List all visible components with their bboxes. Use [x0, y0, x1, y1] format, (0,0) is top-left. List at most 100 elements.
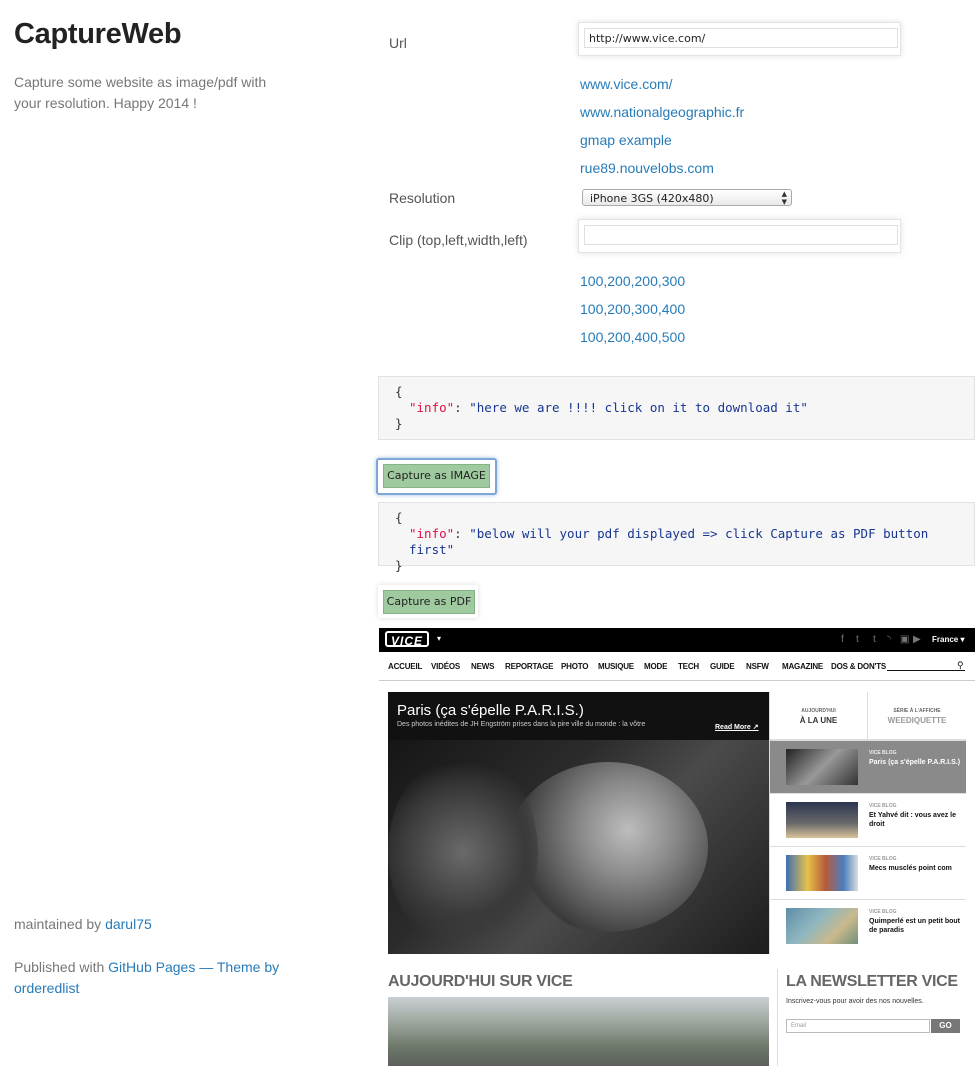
url-example-vice[interactable]: www.vice.com/	[580, 76, 673, 92]
url-example-natgeo[interactable]: www.nationalgeographic.fr	[580, 104, 744, 120]
capture-image-button[interactable]: Capture as IMAGE	[383, 464, 490, 488]
newsletter-go: GO	[931, 1019, 960, 1033]
vice-logo: VICE	[385, 631, 429, 648]
theme-sep: — Theme by	[195, 959, 280, 975]
section-photo	[388, 997, 769, 1066]
clip-example-1[interactable]: 100,200,200,300	[580, 273, 685, 289]
hero-subtitle: Des photos inédites de JH Engström prise…	[397, 721, 646, 728]
result-json-image: { "info": "here we are !!!! click on it …	[378, 376, 975, 440]
json-key: "info"	[409, 526, 455, 541]
youtube-icon: ▶	[913, 634, 921, 645]
url-label: Url	[389, 35, 407, 51]
hero-face	[508, 762, 708, 932]
json-key: "info"	[409, 400, 455, 415]
vice-language: France ▾	[932, 635, 965, 644]
side-text: Mecs musclés point com	[869, 865, 952, 872]
url-example-gmap[interactable]: gmap example	[580, 132, 672, 148]
vice-nav-item: NEWS	[471, 662, 495, 671]
tumblr-icon: t	[873, 634, 876, 645]
newsletter-email: Email	[786, 1019, 930, 1033]
side-thumb	[786, 749, 858, 785]
side-text: Quimperlé est un petit bout de paradis	[869, 918, 961, 934]
ig-icon: ▣	[900, 634, 910, 645]
maintained-by: maintained by darul75	[14, 916, 152, 932]
side-thumb	[786, 802, 858, 838]
theme-author-link[interactable]: orderedlist	[14, 980, 79, 996]
capture-pdf-button[interactable]: Capture as PDF	[383, 590, 475, 614]
clip-input[interactable]	[584, 225, 898, 245]
json-open: {	[395, 510, 403, 525]
vice-nav-item: TECH	[678, 662, 699, 671]
side-cat: VICE BLOG	[869, 803, 897, 809]
newsletter-subtitle: Inscrivez-vous pour avoir des nos nouvel…	[786, 998, 924, 1005]
published-with: Published with GitHub Pages — Theme by o…	[14, 957, 284, 999]
github-pages-link[interactable]: GitHub Pages — Theme by	[108, 959, 279, 975]
json-line: "info": "below will your pdf displayed =…	[395, 526, 974, 558]
side-cat: VICE BLOG	[869, 750, 897, 756]
vice-nav-item: REPORTAGE	[505, 662, 554, 671]
side-item: VICE BLOG Et Yahvé dit : vous avez le dr…	[770, 793, 966, 846]
section-title: AUJOURD'HUI SUR VICE	[388, 973, 573, 990]
side-item: VICE BLOG Paris (ça s'épelle P.A.R.I.S.)	[770, 740, 966, 793]
facebook-icon: f	[841, 634, 844, 645]
tab-small: SÉRIE À L'AFFICHE	[893, 708, 941, 714]
maintained-prefix: maintained by	[14, 916, 106, 932]
clip-example-3[interactable]: 100,200,400,500	[580, 329, 685, 345]
chevron-down-icon: ▾	[437, 634, 442, 643]
search-icon: ⚲	[957, 660, 964, 670]
site-title: CaptureWeb	[14, 18, 182, 50]
json-open: {	[395, 384, 403, 399]
rss-icon: ◝	[887, 634, 891, 645]
side-text: Paris (ça s'épelle P.A.R.I.S.)	[869, 759, 961, 766]
vice-topbar	[379, 628, 975, 652]
side-thumb	[786, 855, 858, 891]
hero-read-more: Read More ↗	[715, 724, 759, 731]
newsletter-divider	[777, 969, 778, 1066]
url-example-rue89[interactable]: rue89.nouvelobs.com	[580, 160, 714, 176]
clip-field-wrap	[578, 219, 901, 253]
json-value: "here we are !!!! click on it to downloa…	[469, 400, 808, 415]
json-sep: :	[454, 526, 470, 541]
json-close: }	[395, 558, 403, 573]
tab-big: WEEDIQUETTE	[887, 716, 947, 725]
json-value: "below will your pdf displayed => click …	[409, 526, 929, 557]
vice-nav-item: VIDÉOS	[431, 662, 461, 671]
side-cat: VICE BLOG	[869, 856, 897, 862]
hero-title: Paris (ça s'épelle P.A.R.I.S.)	[397, 702, 584, 719]
github-pages-text: GitHub Pages	[108, 959, 196, 975]
url-input[interactable]	[584, 28, 898, 48]
resolution-selected: iPhone 3GS (420x480)	[590, 192, 714, 205]
vice-nav-item: NSFW	[746, 662, 769, 671]
json-line: "info": "here we are !!!! click on it to…	[395, 400, 974, 416]
maintainer-link[interactable]: darul75	[105, 916, 152, 932]
newsletter-title: LA NEWSLETTER VICE	[786, 973, 958, 990]
side-item: VICE BLOG Mecs musclés point com	[770, 846, 966, 899]
tab-small: AUJOURD'HUI	[801, 708, 836, 714]
clip-label: Clip (top,left,width,left)	[389, 232, 528, 248]
tab-weediquette: SÉRIE À L'AFFICHE WEEDIQUETTE	[867, 692, 966, 740]
select-arrows-icon: ▲ ▼	[781, 190, 787, 206]
vice-search-line	[887, 670, 965, 671]
side-text: Et Yahvé dit : vous avez le droit	[869, 812, 957, 828]
hero-hair	[388, 752, 538, 952]
vice-nav: ACCUEIL VIDÉOS NEWS REPORTAGE PHOTO MUSI…	[379, 652, 975, 681]
side-item: VICE BLOG Quimperlé est un petit bout de…	[770, 899, 966, 952]
site-tagline: Capture some website as image/pdf with y…	[14, 74, 267, 111]
vice-nav-item: PHOTO	[561, 662, 589, 671]
vice-nav-item: MUSIQUE	[598, 662, 634, 671]
resolution-label: Resolution	[389, 190, 456, 206]
tab-a-la-une: AUJOURD'HUI À LA UNE	[770, 692, 867, 740]
vice-nav-item: GUIDE	[710, 662, 735, 671]
vice-nav-item: MAGAZINE	[782, 662, 824, 671]
json-close: }	[395, 416, 403, 431]
clip-example-2[interactable]: 100,200,300,400	[580, 301, 685, 317]
side-cat: VICE BLOG	[869, 909, 897, 915]
capture-preview[interactable]: VICE ▾ f t t ◝ ▣ ▶ France ▾ ACCUEIL VIDÉ…	[379, 628, 975, 1066]
side-thumb	[786, 908, 858, 944]
vice-nav-item: MODE	[644, 662, 668, 671]
vice-side-panel: AUJOURD'HUI À LA UNE SÉRIE À L'AFFICHE WEE…	[769, 692, 966, 954]
published-prefix: Published with	[14, 959, 109, 975]
resolution-select[interactable]: iPhone 3GS (420x480) ▲ ▼	[582, 189, 792, 206]
tab-big: À LA UNE	[799, 716, 838, 725]
vice-nav-item: ACCUEIL	[388, 662, 423, 671]
